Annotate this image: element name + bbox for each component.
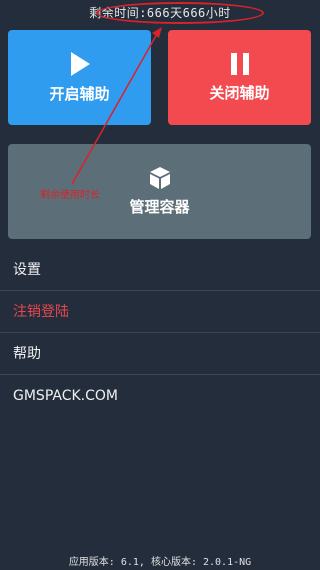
menu-item-settings[interactable]: 设置 [0, 249, 320, 291]
version-info: 应用版本: 6.1, 核心版本: 2.0.1-NG [68, 557, 252, 568]
cube-icon [148, 166, 172, 190]
manage-container-label: 管理容器 [129, 198, 190, 216]
play-icon [69, 51, 91, 77]
stop-assist-label: 关闭辅助 [209, 84, 270, 102]
annotation-text: 剩余使用时长 [40, 190, 100, 201]
menu-item-help[interactable]: 帮助 [0, 333, 320, 375]
menu-item-website[interactable]: GMSPACK.COM [0, 375, 320, 417]
start-assist-button[interactable]: 开启辅助 [8, 30, 151, 125]
start-assist-label: 开启辅助 [49, 85, 110, 103]
menu-item-logout[interactable]: 注销登陆 [0, 291, 320, 333]
settings-menu: 设置 注销登陆 帮助 GMSPACK.COM [0, 249, 320, 417]
stop-assist-button[interactable]: 关闭辅助 [168, 30, 311, 125]
annotation-oval [96, 2, 264, 24]
pause-icon [229, 52, 251, 76]
